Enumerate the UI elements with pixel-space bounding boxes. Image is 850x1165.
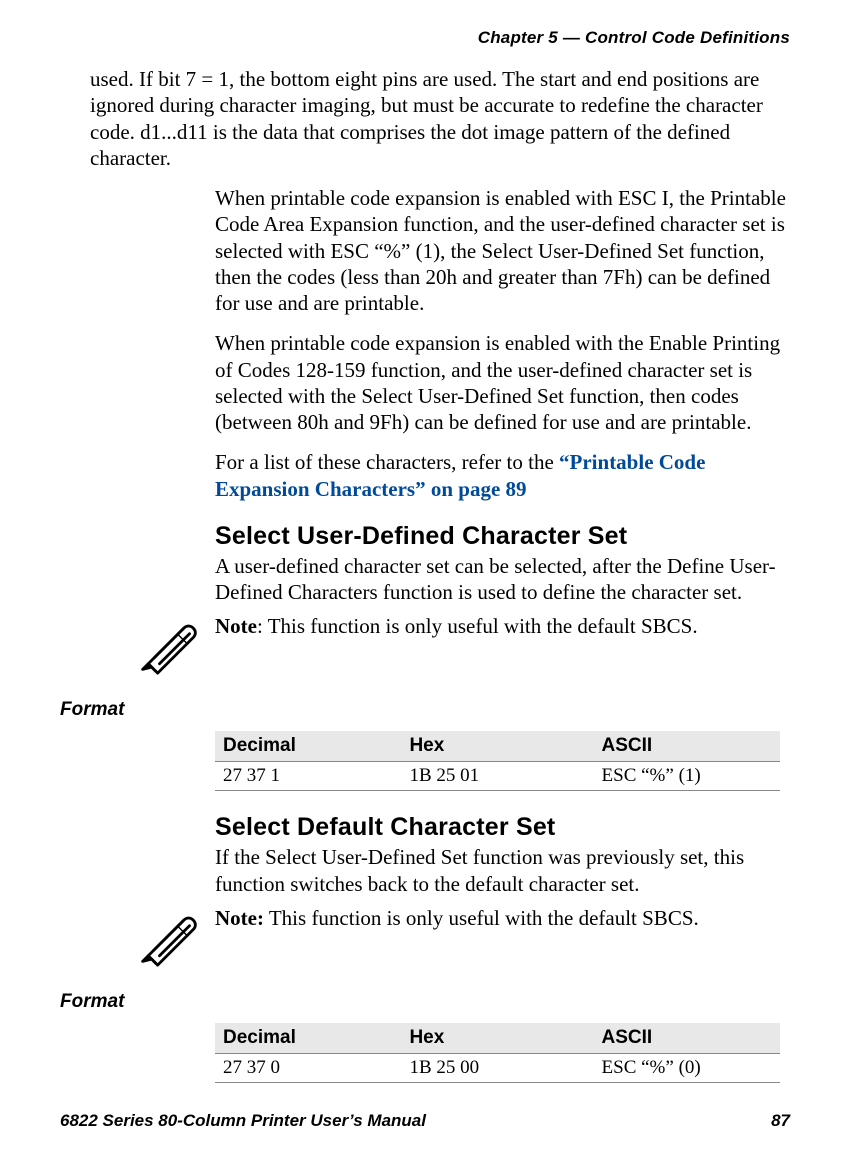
table2-cell-hex: 1B 25 00	[401, 1053, 593, 1082]
heading-select-user-defined-set: Select User-Defined Character Set	[215, 522, 790, 551]
note-1-text: Note: This function is only useful with …	[215, 613, 698, 639]
table2-cell-ascii: ESC “%” (0)	[594, 1053, 780, 1082]
footer-title: 6822 Series 80-Column Printer User’s Man…	[60, 1111, 426, 1131]
section2-body: If the Select User-Defined Set function …	[215, 844, 790, 897]
paragraph-4: For a list of these characters, refer to…	[215, 449, 790, 502]
note-row-1: Note: This function is only useful with …	[215, 613, 790, 675]
format-heading-2: Format	[60, 991, 790, 1013]
format-table-1: Decimal Hex ASCII 27 37 1 1B 25 01 ESC “…	[215, 731, 780, 791]
table1-cell-decimal: 27 37 1	[215, 762, 401, 791]
note-2-body: This function is only useful with the de…	[269, 906, 699, 930]
footer-page-number: 87	[771, 1111, 790, 1131]
table1-header-ascii: ASCII	[594, 731, 780, 762]
note-1-sep: :	[257, 614, 268, 638]
table1-header-hex: Hex	[401, 731, 593, 762]
table1-header-decimal: Decimal	[215, 731, 401, 762]
pencil-icon	[137, 615, 197, 675]
paragraph-4-lead: For a list of these characters, refer to…	[215, 450, 559, 474]
note-2-label: Note:	[215, 906, 264, 930]
table2-header-hex: Hex	[401, 1023, 593, 1054]
section1-body: A user-defined character set can be sele…	[215, 553, 790, 606]
heading-select-default-set: Select Default Character Set	[215, 813, 790, 842]
note-1-label: Note	[215, 614, 257, 638]
note-2-text: Note: This function is only useful with …	[215, 905, 699, 931]
paragraph-3: When printable code expansion is enabled…	[215, 330, 790, 435]
paragraph-intro-continued: used. If bit 7 = 1, the bottom eight pin…	[90, 66, 790, 171]
table-row: 27 37 0 1B 25 00 ESC “%” (0)	[215, 1053, 780, 1082]
paragraph-2: When printable code expansion is enabled…	[215, 185, 790, 316]
table2-header-decimal: Decimal	[215, 1023, 401, 1054]
pencil-icon	[137, 907, 197, 967]
running-header: Chapter 5 — Control Code Definitions	[60, 28, 790, 48]
page-footer: 6822 Series 80-Column Printer User’s Man…	[60, 1111, 790, 1131]
format-heading-1: Format	[60, 699, 790, 721]
note-1-body: This function is only useful with the de…	[268, 614, 698, 638]
table1-cell-hex: 1B 25 01	[401, 762, 593, 791]
table2-cell-decimal: 27 37 0	[215, 1053, 401, 1082]
note-row-2: Note: This function is only useful with …	[215, 905, 790, 967]
page: Chapter 5 — Control Code Definitions use…	[0, 0, 850, 1165]
table2-header-ascii: ASCII	[594, 1023, 780, 1054]
table1-cell-ascii: ESC “%” (1)	[594, 762, 780, 791]
table-row: 27 37 1 1B 25 01 ESC “%” (1)	[215, 762, 780, 791]
format-table-2: Decimal Hex ASCII 27 37 0 1B 25 00 ESC “…	[215, 1023, 780, 1083]
